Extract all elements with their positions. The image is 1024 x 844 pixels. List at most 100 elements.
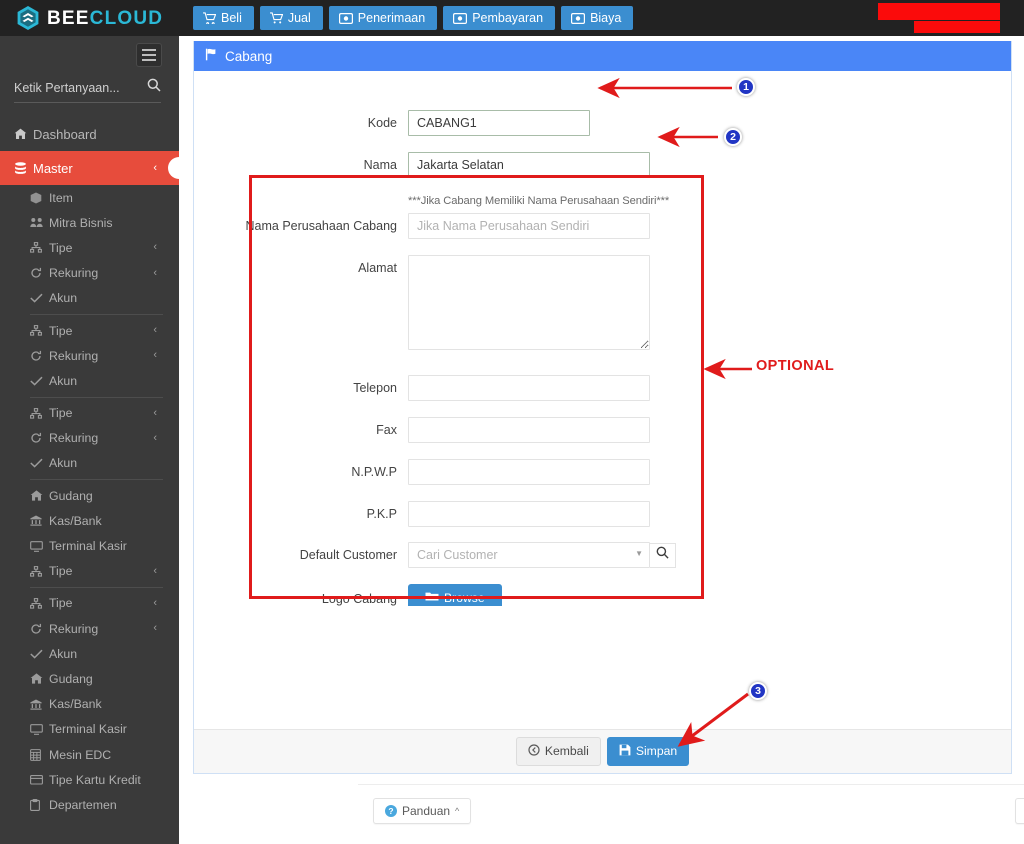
nama-input[interactable] xyxy=(408,152,650,178)
sidebar-item-rekuring[interactable]: Rekuring ‹ xyxy=(0,616,179,641)
app-logo[interactable]: BEECLOUD xyxy=(0,0,179,36)
sidebar-item-tipe[interactable]: Tipe ‹ xyxy=(0,591,179,616)
nav-tab-pembayaran[interactable]: Pembayaran xyxy=(443,5,556,31)
sidebar-item-label: Gudang xyxy=(49,488,93,503)
refresh-icon xyxy=(30,432,47,444)
sidebar-item-tipe-kartu-kredit[interactable]: Tipe Kartu Kredit xyxy=(0,767,179,792)
sidebar-item-akun[interactable]: Akun xyxy=(0,641,179,666)
browse-button-label: Browse xyxy=(444,590,485,605)
monitor-icon xyxy=(30,540,47,552)
main-content: Cabang Kode Nama xyxy=(179,36,1024,844)
save-icon xyxy=(619,744,631,758)
field-row-npwp: N.P.W.P xyxy=(194,459,1011,485)
field-row-nama: Nama xyxy=(194,152,1011,178)
sidebar-item-label: Akun xyxy=(49,291,78,306)
npwp-control xyxy=(408,459,1011,485)
panel-body: Kode Nama ***Jika Cabang Memiliki Nama P… xyxy=(194,71,1011,730)
sidebar-item-kas-bank[interactable]: Kas/Bank xyxy=(0,692,179,717)
top-bar: BEECLOUD Beli Jual Penerimaan Pembayaran… xyxy=(0,0,1024,36)
sidebar-item-tipe[interactable]: Tipe ‹ xyxy=(0,401,179,426)
sidebar-item-akun[interactable]: Akun xyxy=(0,451,179,476)
chevron-left-icon: ‹ xyxy=(153,161,157,174)
sidebar-item-terminal-kasir[interactable]: Terminal Kasir xyxy=(0,717,179,742)
chat-button[interactable]: Chat xyxy=(1014,798,1024,824)
nav-tab-biaya-label: Biaya xyxy=(590,10,622,25)
chevron-down-icon[interactable]: ▼ xyxy=(635,549,643,558)
sidebar-item-rekuring[interactable]: Rekuring ‹ xyxy=(0,343,179,368)
sidebar-item-gudang[interactable]: Gudang xyxy=(0,666,179,691)
sidebar-item-akun[interactable]: Akun xyxy=(0,286,179,311)
sidebar-submenu: Item Mitra Bisnis Tipe ‹ Rekuring ‹ Akun Tipe ‹ R… xyxy=(0,185,179,818)
sidebar-item-label: Akun xyxy=(49,456,78,471)
nav-tab-biaya[interactable]: Biaya xyxy=(561,5,634,31)
hamburger-menu-icon[interactable] xyxy=(136,43,162,67)
app-root: BEECLOUD Beli Jual Penerimaan Pembayaran… xyxy=(0,0,1024,844)
simpan-button[interactable]: Simpan xyxy=(606,737,690,766)
panel-header: Cabang xyxy=(194,41,1011,71)
kode-label: Kode xyxy=(367,116,397,130)
alamat-textarea[interactable] xyxy=(408,255,650,350)
npwp-input[interactable] xyxy=(408,459,650,485)
sidebar-item-tipe[interactable]: Tipe ‹ xyxy=(0,318,179,343)
chevron-left-icon: ‹ xyxy=(153,431,157,444)
top-nav-tabs: Beli Jual Penerimaan Pembayaran Biaya xyxy=(193,5,634,31)
kode-input[interactable] xyxy=(408,110,590,136)
sidebar-item-akun[interactable]: Akun xyxy=(0,368,179,393)
sidebar-item-label: Rekuring xyxy=(49,431,99,446)
nav-tab-pembayaran-label: Pembayaran xyxy=(472,10,544,25)
svg-text:?: ? xyxy=(388,806,393,816)
sidebar-item-item[interactable]: Item xyxy=(0,185,179,210)
sidebar-item-rekuring[interactable]: Rekuring ‹ xyxy=(0,426,179,451)
sidebar-item-master-label: Master xyxy=(33,160,73,176)
sidebar-item-label: Mitra Bisnis xyxy=(49,215,113,230)
sidebar-item-tipe[interactable]: Tipe ‹ xyxy=(0,559,179,584)
sidebar-item-dashboard[interactable]: Dashboard xyxy=(0,117,179,151)
customer-search-button[interactable] xyxy=(650,542,676,568)
sidebar-item-tipe[interactable]: Tipe ‹ xyxy=(0,235,179,260)
sidebar-item-rekuring[interactable]: Rekuring ‹ xyxy=(0,261,179,286)
redaction-bar xyxy=(914,21,1000,33)
pkp-label: P.K.P xyxy=(366,507,397,521)
nav-tab-penerimaan[interactable]: Penerimaan xyxy=(328,5,438,31)
sidebar-item-label: Kas/Bank xyxy=(49,697,102,712)
nav-tab-beli[interactable]: Beli xyxy=(193,5,254,31)
chevron-left-icon: ‹ xyxy=(153,241,157,254)
search-box[interactable] xyxy=(14,78,161,103)
fax-input[interactable] xyxy=(408,417,650,443)
sidebar-item-label: Tipe xyxy=(49,323,73,338)
sidebar-item-label: Kas/Bank xyxy=(49,513,102,528)
sidebar-divider xyxy=(30,396,163,398)
default-customer-select-wrap: ▼ xyxy=(408,542,650,568)
refresh-icon xyxy=(30,350,47,362)
sidebar-item-label: Departemen xyxy=(49,797,117,812)
sidebar-item-departemen[interactable]: Departemen xyxy=(0,792,179,817)
field-row-logo-cabang: Logo Cabang Browse xyxy=(194,584,1011,606)
sidebar-divider xyxy=(30,479,163,481)
logo-cabang-control: Browse xyxy=(408,584,1011,606)
sidebar-item-label: Item xyxy=(49,190,73,205)
sidebar-item-terminal-kasir[interactable]: Terminal Kasir xyxy=(0,533,179,558)
search-input[interactable] xyxy=(14,80,142,95)
sidebar-item-master[interactable]: Master ‹ xyxy=(0,151,179,185)
chevron-up-icon: ^ xyxy=(455,806,460,816)
telepon-input[interactable] xyxy=(408,375,650,401)
panduan-button[interactable]: ? Panduan ^ xyxy=(373,798,472,824)
sidebar-item-gudang[interactable]: Gudang xyxy=(0,483,179,508)
sidebar-item-kas-bank[interactable]: Kas/Bank xyxy=(0,508,179,533)
check-icon xyxy=(30,376,47,386)
nama-perusahaan-input[interactable] xyxy=(408,213,650,239)
home-icon xyxy=(30,673,47,685)
nama-label: Nama xyxy=(363,158,397,172)
default-customer-input[interactable] xyxy=(408,542,650,568)
pkp-input[interactable] xyxy=(408,501,650,527)
sidebar-item-label: Akun xyxy=(49,646,78,661)
chevron-left-icon: ‹ xyxy=(153,596,157,609)
sidebar-item-mesin-edc[interactable]: Mesin EDC xyxy=(0,742,179,767)
sidebar-item-label: Terminal Kasir xyxy=(49,539,127,554)
kembali-button[interactable]: Kembali xyxy=(515,737,601,766)
search-icon[interactable] xyxy=(147,78,161,97)
sidebar-item-label: Rekuring xyxy=(49,348,99,363)
browse-button[interactable]: Browse xyxy=(408,584,502,606)
sidebar-item-mitra-bisnis[interactable]: Mitra Bisnis xyxy=(0,210,179,235)
nav-tab-jual[interactable]: Jual xyxy=(259,5,323,31)
